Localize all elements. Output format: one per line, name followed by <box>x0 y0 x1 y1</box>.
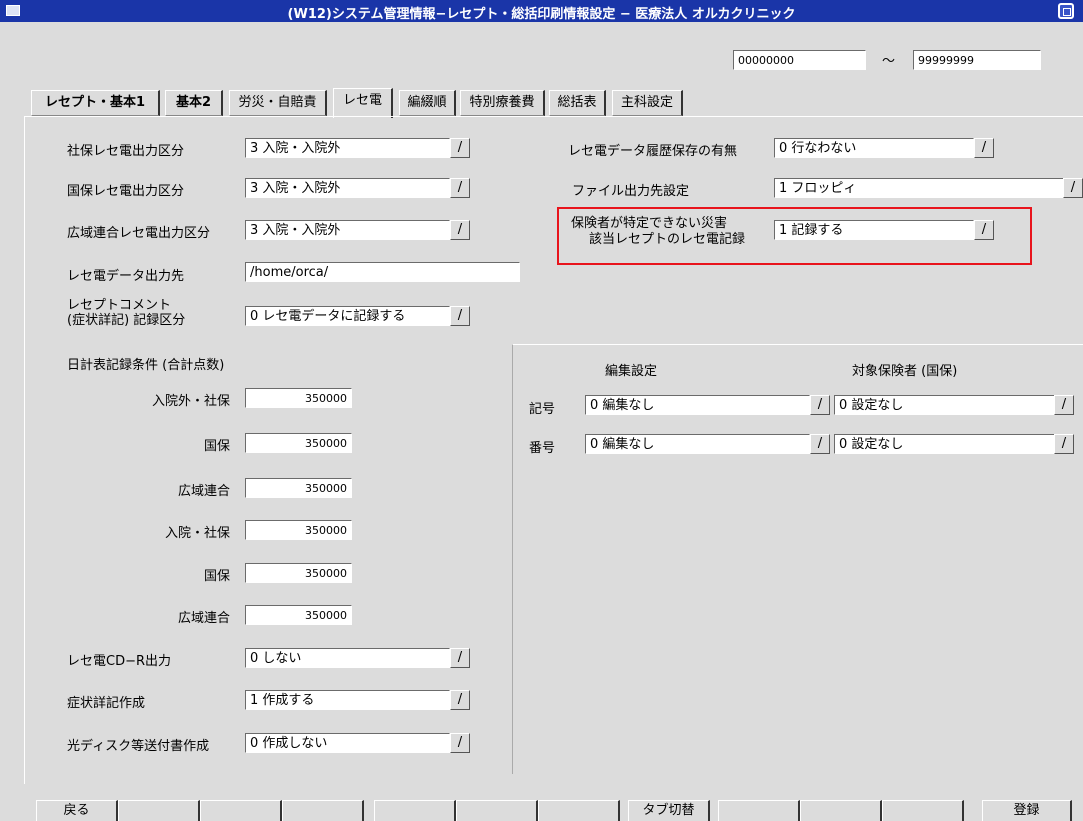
tab-rousai[interactable]: 労災・自賠責 <box>229 90 327 116</box>
file-dest-select[interactable]: 1 フロッピィ <box>774 178 1065 198</box>
shaho-label: 社保レセ電出力区分 <box>67 144 185 159</box>
symptom-label: 症状詳記作成 <box>67 696 146 711</box>
shaho-dropdown-icon[interactable]: / <box>450 138 470 158</box>
fkey-2[interactable] <box>118 800 200 821</box>
kouiki-label: 広域連合レセ電出力区分 <box>67 226 211 241</box>
daily-label: 国保 <box>203 439 230 454</box>
disc-dropdown-icon[interactable]: / <box>450 733 470 753</box>
kokuho-select[interactable]: 3 入院・入院外 <box>245 178 450 198</box>
maximize-icon[interactable] <box>1058 3 1074 19</box>
tab-hentetsu[interactable]: 編綴順 <box>399 90 456 116</box>
disc-select[interactable]: 0 作成しない <box>245 733 450 753</box>
disaster-select[interactable]: 1 記録する <box>774 220 974 240</box>
fkey-4[interactable] <box>282 800 364 821</box>
tab-shuka[interactable]: 主科設定 <box>612 90 683 116</box>
disaster-label-line2: 該当レセプトのレセ電記録 <box>589 232 746 247</box>
kigou-edit-select[interactable]: 0 編集なし <box>585 395 810 415</box>
disaster-label-line1: 保険者が特定できない災害 <box>571 216 728 231</box>
fkey-5[interactable] <box>374 800 456 821</box>
fkey-6[interactable] <box>456 800 538 821</box>
disaster-dropdown-icon[interactable]: / <box>974 220 994 240</box>
file-dest-dropdown-icon[interactable]: / <box>1063 178 1083 198</box>
window-title: (W12)システム管理情報−レセプト・総括印刷情報設定 − 医療法人 オルカクリ… <box>287 7 796 22</box>
daily-input[interactable]: 350000 <box>245 520 352 540</box>
range-to-input[interactable]: 99999999 <box>913 50 1041 70</box>
kokuho-dropdown-icon[interactable]: / <box>450 178 470 198</box>
kouiki-dropdown-icon[interactable]: / <box>450 220 470 240</box>
bangou-target-dropdown-icon[interactable]: / <box>1054 434 1074 454</box>
kigou-target-dropdown-icon[interactable]: / <box>1054 395 1074 415</box>
comment-label-line2: (症状詳記) 記録区分 <box>67 313 186 328</box>
daily-input[interactable]: 350000 <box>245 478 352 498</box>
kigou-edit-dropdown-icon[interactable]: / <box>810 395 830 415</box>
kigou-target-select[interactable]: 0 設定なし <box>834 395 1056 415</box>
bangou-edit-select[interactable]: 0 編集なし <box>585 434 810 454</box>
daily-label: 国保 <box>203 569 230 584</box>
target-header: 対象保険者 (国保) <box>852 364 958 379</box>
kouiki-select[interactable]: 3 入院・入院外 <box>245 220 450 240</box>
history-select[interactable]: 0 行なわない <box>774 138 974 158</box>
comment-label: レセプトコメント (症状詳記) 記録区分 <box>67 298 185 328</box>
symptom-select[interactable]: 1 作成する <box>245 690 450 710</box>
bangou-edit-dropdown-icon[interactable]: / <box>810 434 830 454</box>
daily-input[interactable]: 350000 <box>245 563 352 583</box>
daily-label: 広域連合 <box>177 611 230 626</box>
tab-switch-button[interactable]: タブ切替 <box>628 800 710 821</box>
daily-label: 入院外・社保 <box>151 394 230 409</box>
file-dest-label: ファイル出力先設定 <box>572 184 690 199</box>
output-dest-label: レセ電データ出力先 <box>67 269 185 284</box>
shaho-select[interactable]: 3 入院・入院外 <box>245 138 450 158</box>
function-key-bar: 戻る タブ切替 登録 <box>0 800 1083 821</box>
range-from-input[interactable]: 00000000 <box>733 50 866 70</box>
daily-input[interactable]: 350000 <box>245 388 352 408</box>
range-separator: 〜 <box>882 54 896 69</box>
daily-input[interactable]: 350000 <box>245 433 352 453</box>
fkey-9[interactable] <box>718 800 800 821</box>
daily-input[interactable]: 350000 <box>245 605 352 625</box>
cdr-label: レセ電CD−R出力 <box>67 654 172 669</box>
daily-header: 日計表記録条件 (合計点数) <box>67 358 225 373</box>
comment-dropdown-icon[interactable]: / <box>450 306 470 326</box>
daily-label: 広域連合 <box>177 484 230 499</box>
disc-label: 光ディスク等送付書作成 <box>67 739 210 754</box>
back-button[interactable]: 戻る <box>36 800 118 821</box>
fkey-11[interactable] <box>882 800 964 821</box>
daily-label: 入院・社保 <box>164 526 230 541</box>
register-button[interactable]: 登録 <box>982 800 1072 821</box>
history-dropdown-icon[interactable]: / <box>974 138 994 158</box>
kigou-label: 記号 <box>529 402 556 417</box>
fkey-3[interactable] <box>200 800 282 821</box>
symptom-dropdown-icon[interactable]: / <box>450 690 470 710</box>
edit-header: 編集設定 <box>605 364 658 379</box>
bangou-label: 番号 <box>529 441 556 456</box>
bangou-target-select[interactable]: 0 設定なし <box>834 434 1056 454</box>
cdr-select[interactable]: 0 しない <box>245 648 450 668</box>
cdr-dropdown-icon[interactable]: / <box>450 648 470 668</box>
tab-rese-den[interactable]: レセ電 <box>333 88 393 118</box>
kokuho-label: 国保レセ電出力区分 <box>67 184 185 199</box>
output-dest-input[interactable]: /home/orca/ <box>245 262 520 282</box>
tab-soukatsu[interactable]: 総括表 <box>549 90 606 116</box>
title-bar: (W12)システム管理情報−レセプト・総括印刷情報設定 − 医療法人 オルカクリ… <box>0 0 1083 22</box>
tab-basic2[interactable]: 基本2 <box>165 90 223 116</box>
fkey-10[interactable] <box>800 800 882 821</box>
fkey-7[interactable] <box>538 800 620 821</box>
disaster-label: 保険者が特定できない災害 該当レセプトのレセ電記録 <box>571 216 745 248</box>
comment-label-line1: レセプトコメント <box>67 298 172 313</box>
tab-receipt-basic1[interactable]: レセプト・基本1 <box>31 90 160 116</box>
history-label: レセ電データ履歴保存の有無 <box>568 144 738 159</box>
tab-tokubetsu[interactable]: 特別療養費 <box>460 90 545 116</box>
comment-select[interactable]: 0 レセ電データに記録する <box>245 306 450 326</box>
